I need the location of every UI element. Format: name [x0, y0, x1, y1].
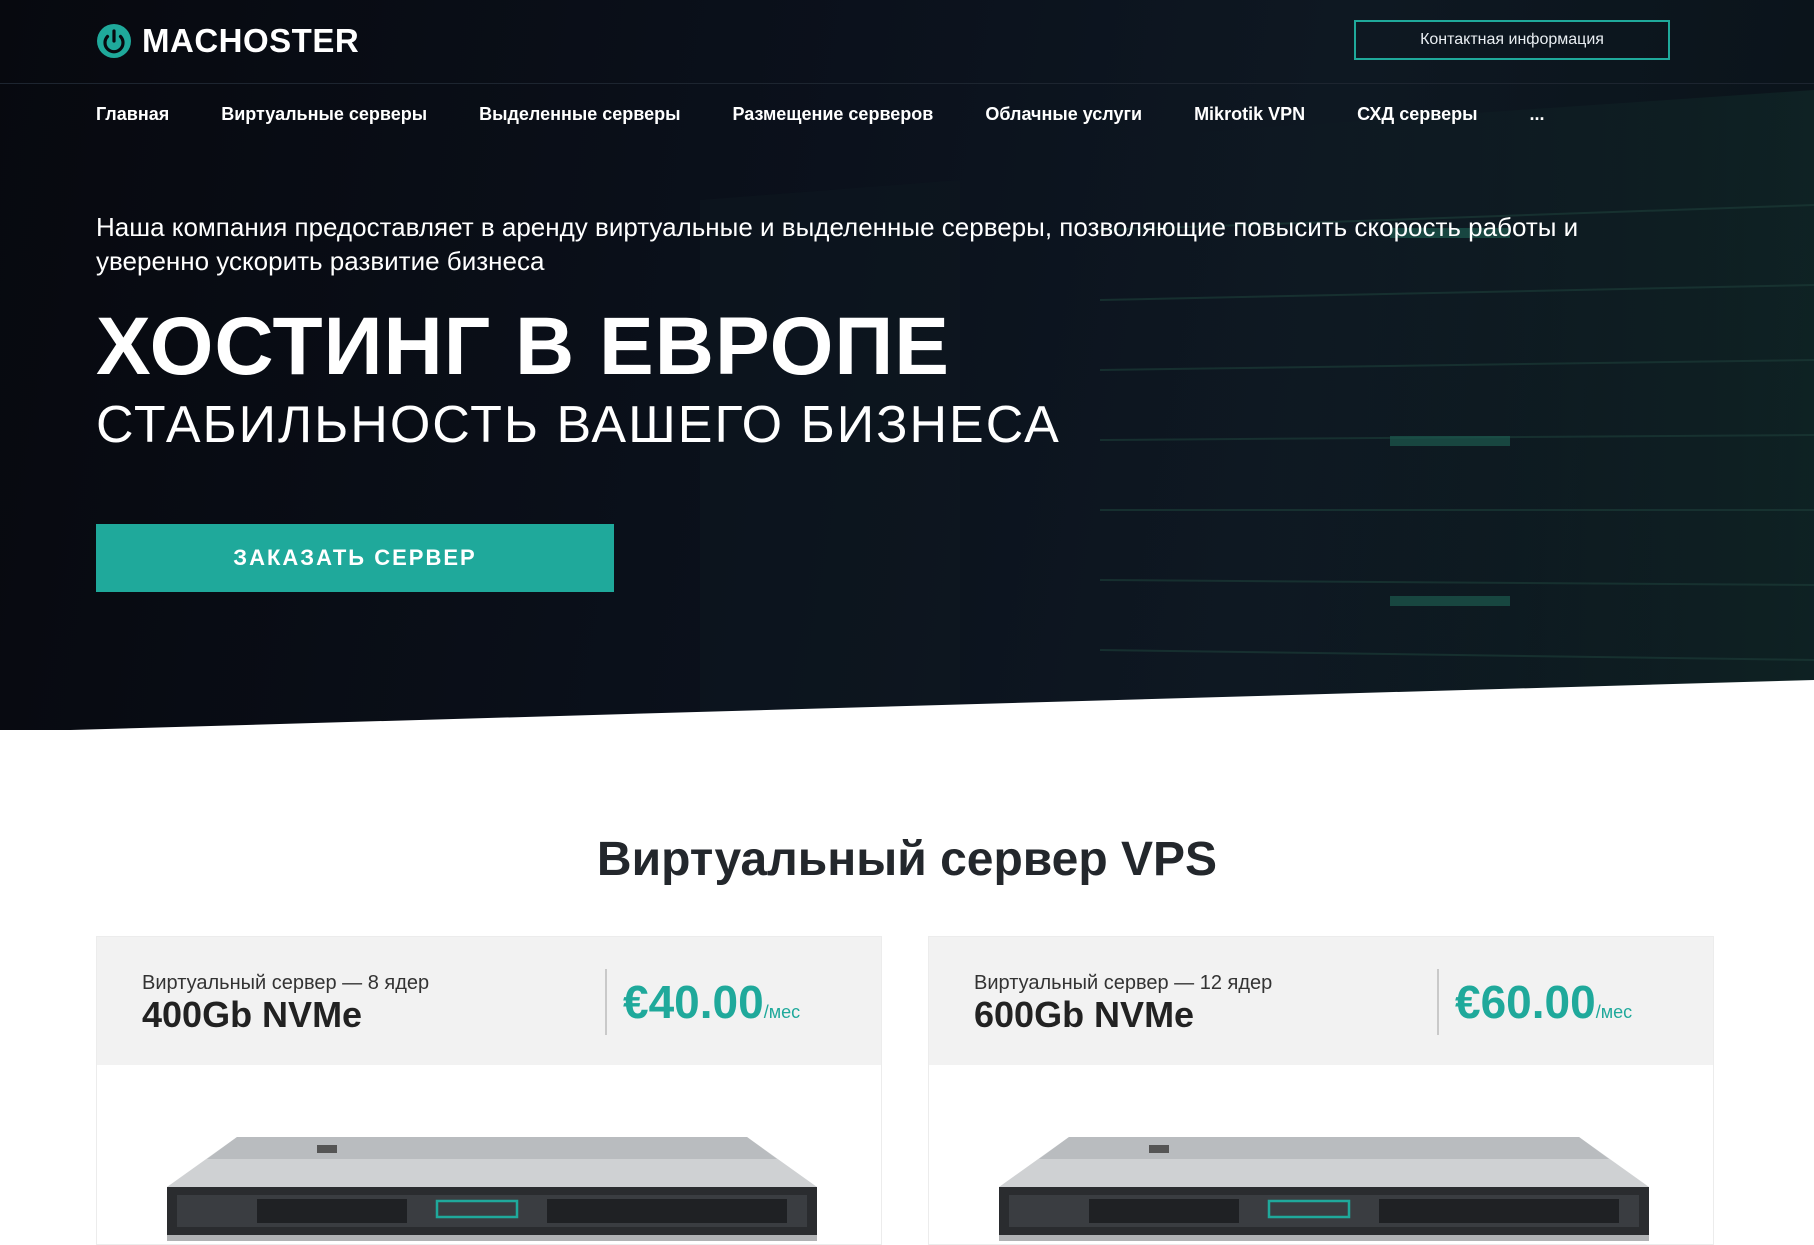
logo-text: MACHOSTER [142, 22, 360, 59]
plan-price-value: €60.00 [1455, 976, 1596, 1028]
nav-item-colocation[interactable]: Размещение серверов [732, 104, 933, 125]
plan-divider [605, 969, 607, 1035]
nav-item-storage-servers[interactable]: СХД серверы [1357, 104, 1477, 125]
plan-name: 600Gb NVMe [974, 994, 1195, 1035]
server-image [999, 1137, 1649, 1241]
plan-price-value: €40.00 [623, 976, 764, 1028]
plan-subtitle: Виртуальный сервер — 12 ядер [974, 972, 1273, 994]
nav-item-home[interactable]: Главная [96, 104, 169, 125]
plan-card[interactable]: Виртуальный сервер — 12 ядер 600Gb NVMe … [928, 936, 1714, 1245]
order-server-button[interactable]: ЗАКАЗАТЬ СЕРВЕР [96, 524, 614, 592]
power-icon [97, 24, 131, 58]
plan-price: €60.00/мес [1455, 975, 1632, 1029]
plan-card-header: Виртуальный сервер — 8 ядер 400Gb NVMe €… [97, 937, 881, 1065]
top-bar: MACHOSTER Контактная информация [0, 0, 1814, 84]
nav-item-virtual-servers[interactable]: Виртуальные серверы [221, 104, 427, 125]
hero-subtitle: СТАБИЛЬНОСТЬ ВАШЕГО БИЗНЕСА [96, 396, 1061, 454]
plan-price: €40.00/мес [623, 975, 800, 1029]
server-image [167, 1137, 817, 1241]
plan-card-header: Виртуальный сервер — 12 ядер 600Gb NVMe … [929, 937, 1713, 1065]
plan-price-unit: /мес [1595, 1002, 1633, 1022]
hero-lead-text: Наша компания предоставляет в аренду вир… [96, 212, 1579, 276]
section-title: Виртуальный сервер VPS [596, 833, 1218, 886]
nav-item-mikrotik-vpn[interactable]: Mikrotik VPN [1194, 104, 1305, 125]
main-nav: Главная Виртуальные серверы Выделенные с… [96, 104, 1596, 125]
logo[interactable]: MACHOSTER [96, 22, 359, 60]
plan-divider [1437, 969, 1439, 1035]
nav-item-cloud-services[interactable]: Облачные услуги [985, 104, 1142, 125]
hero-title: ХОСТИНГ В ЕВРОПЕ [96, 301, 950, 392]
plan-subtitle: Виртуальный сервер — 8 ядер [142, 972, 430, 994]
nav-item-more[interactable]: ... [1529, 104, 1544, 125]
nav-item-dedicated-servers[interactable]: Выделенные серверы [479, 104, 680, 125]
plan-price-unit: /мес [763, 1002, 801, 1022]
plan-card[interactable]: Виртуальный сервер — 8 ядер 400Gb NVMe €… [96, 936, 882, 1245]
hero-slant-divider [0, 680, 1814, 732]
plan-name: 400Gb NVMe [142, 994, 363, 1035]
hero-section: MACHOSTER Контактная информация Главная … [0, 0, 1814, 730]
contact-info-button[interactable]: Контактная информация [1354, 20, 1670, 60]
